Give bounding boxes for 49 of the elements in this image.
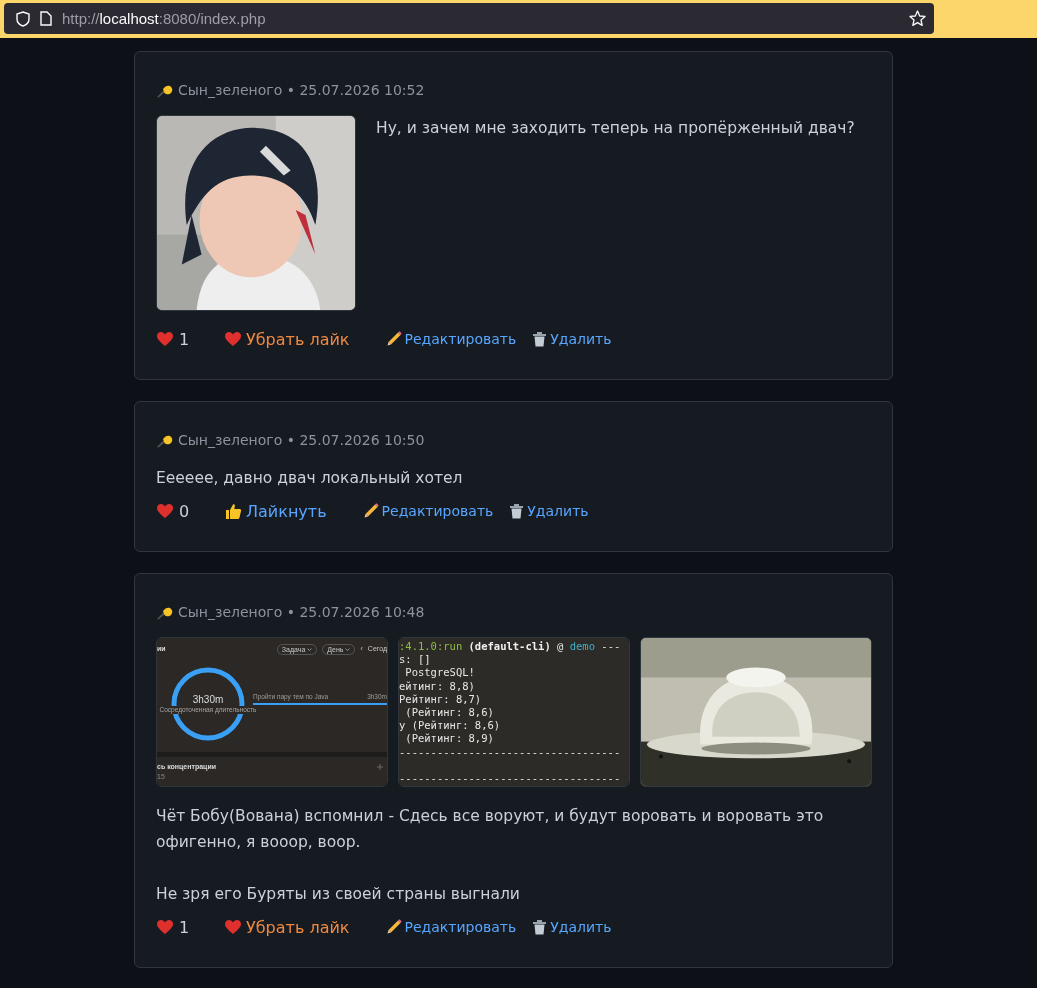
terminal-rule: -----------------------------------	[399, 745, 622, 759]
post-meta: Сын_зеленого • 25.07.2026 10:50	[178, 432, 425, 448]
page-icon	[40, 11, 52, 26]
terminal-line: :4.1.0:run (default-cli) @ demo ---	[399, 640, 622, 654]
post-text: Ееееее, давно двач локальный хотел	[156, 468, 464, 489]
heart-icon	[224, 331, 242, 347]
shield-icon[interactable]	[16, 10, 30, 27]
delete-link[interactable]: Удалить	[532, 331, 612, 347]
terminal-line: (Рейтинг: 8,9)	[404, 732, 495, 746]
post-text: Не зря его Буряты из своей страны выгнали	[156, 884, 521, 905]
terminal-rule: -----------------------------------	[399, 771, 622, 785]
terminal-line: s: []	[399, 653, 432, 667]
heart-icon	[156, 503, 174, 519]
trash-icon	[509, 503, 525, 519]
like-button[interactable]: Убрать лайк	[224, 917, 350, 937]
heart-icon	[224, 919, 242, 935]
pencil-icon	[385, 919, 402, 935]
like-button[interactable]: Лайкнуть	[224, 501, 327, 521]
like-count: 0	[156, 501, 224, 521]
pencil-icon	[385, 331, 402, 347]
caret-icon	[345, 647, 351, 651]
heart-icon	[156, 331, 174, 347]
terminal-line: у (Рейтинг: 8,6)	[399, 719, 502, 733]
edit-link[interactable]: Редактировать	[362, 503, 494, 519]
heart-icon	[156, 919, 174, 935]
like-count: 1	[156, 917, 224, 937]
thumbs-up-icon	[224, 502, 242, 520]
terminal-line: Рейтинг: 8,7)	[399, 692, 483, 706]
address-bar[interactable]: http://localhost:8080/index.php	[4, 3, 934, 34]
trash-icon	[532, 919, 548, 935]
like-button[interactable]: Убрать лайк	[224, 329, 350, 349]
terminal-line: ейтинг: 8,8)	[399, 679, 476, 693]
trash-icon	[532, 331, 548, 347]
terminal-line: (Рейтинг: 8,6)	[404, 705, 495, 720]
caret-icon	[307, 647, 313, 651]
star-icon[interactable]	[909, 10, 926, 27]
delete-link[interactable]: Удалить	[509, 503, 589, 519]
post-meta: Сын_зеленого • 25.07.2026 10:52	[178, 82, 425, 98]
terminal-line: PostgreSQL!	[404, 666, 476, 680]
like-count: 1	[156, 329, 224, 349]
delete-link[interactable]: Удалить	[532, 919, 612, 935]
pencil-icon	[362, 503, 379, 519]
url-text: http://localhost:8080/index.php	[62, 10, 267, 27]
post-text: Ну, и зачем мне заходить теперь на пропёрженный двач?	[376, 118, 856, 139]
ring-value: 3h30m	[192, 694, 224, 707]
post-meta: Сын_зеленого • 25.07.2026 10:48	[178, 604, 425, 620]
post-text: Чёт Бобу(Вована) вспомнил - Сдесь все воруют, и будут воровать и воровать это офигенно, я вооор, воор.	[156, 806, 825, 853]
edit-link[interactable]: Редактировать	[385, 331, 517, 347]
edit-link[interactable]: Редактировать	[385, 919, 517, 935]
